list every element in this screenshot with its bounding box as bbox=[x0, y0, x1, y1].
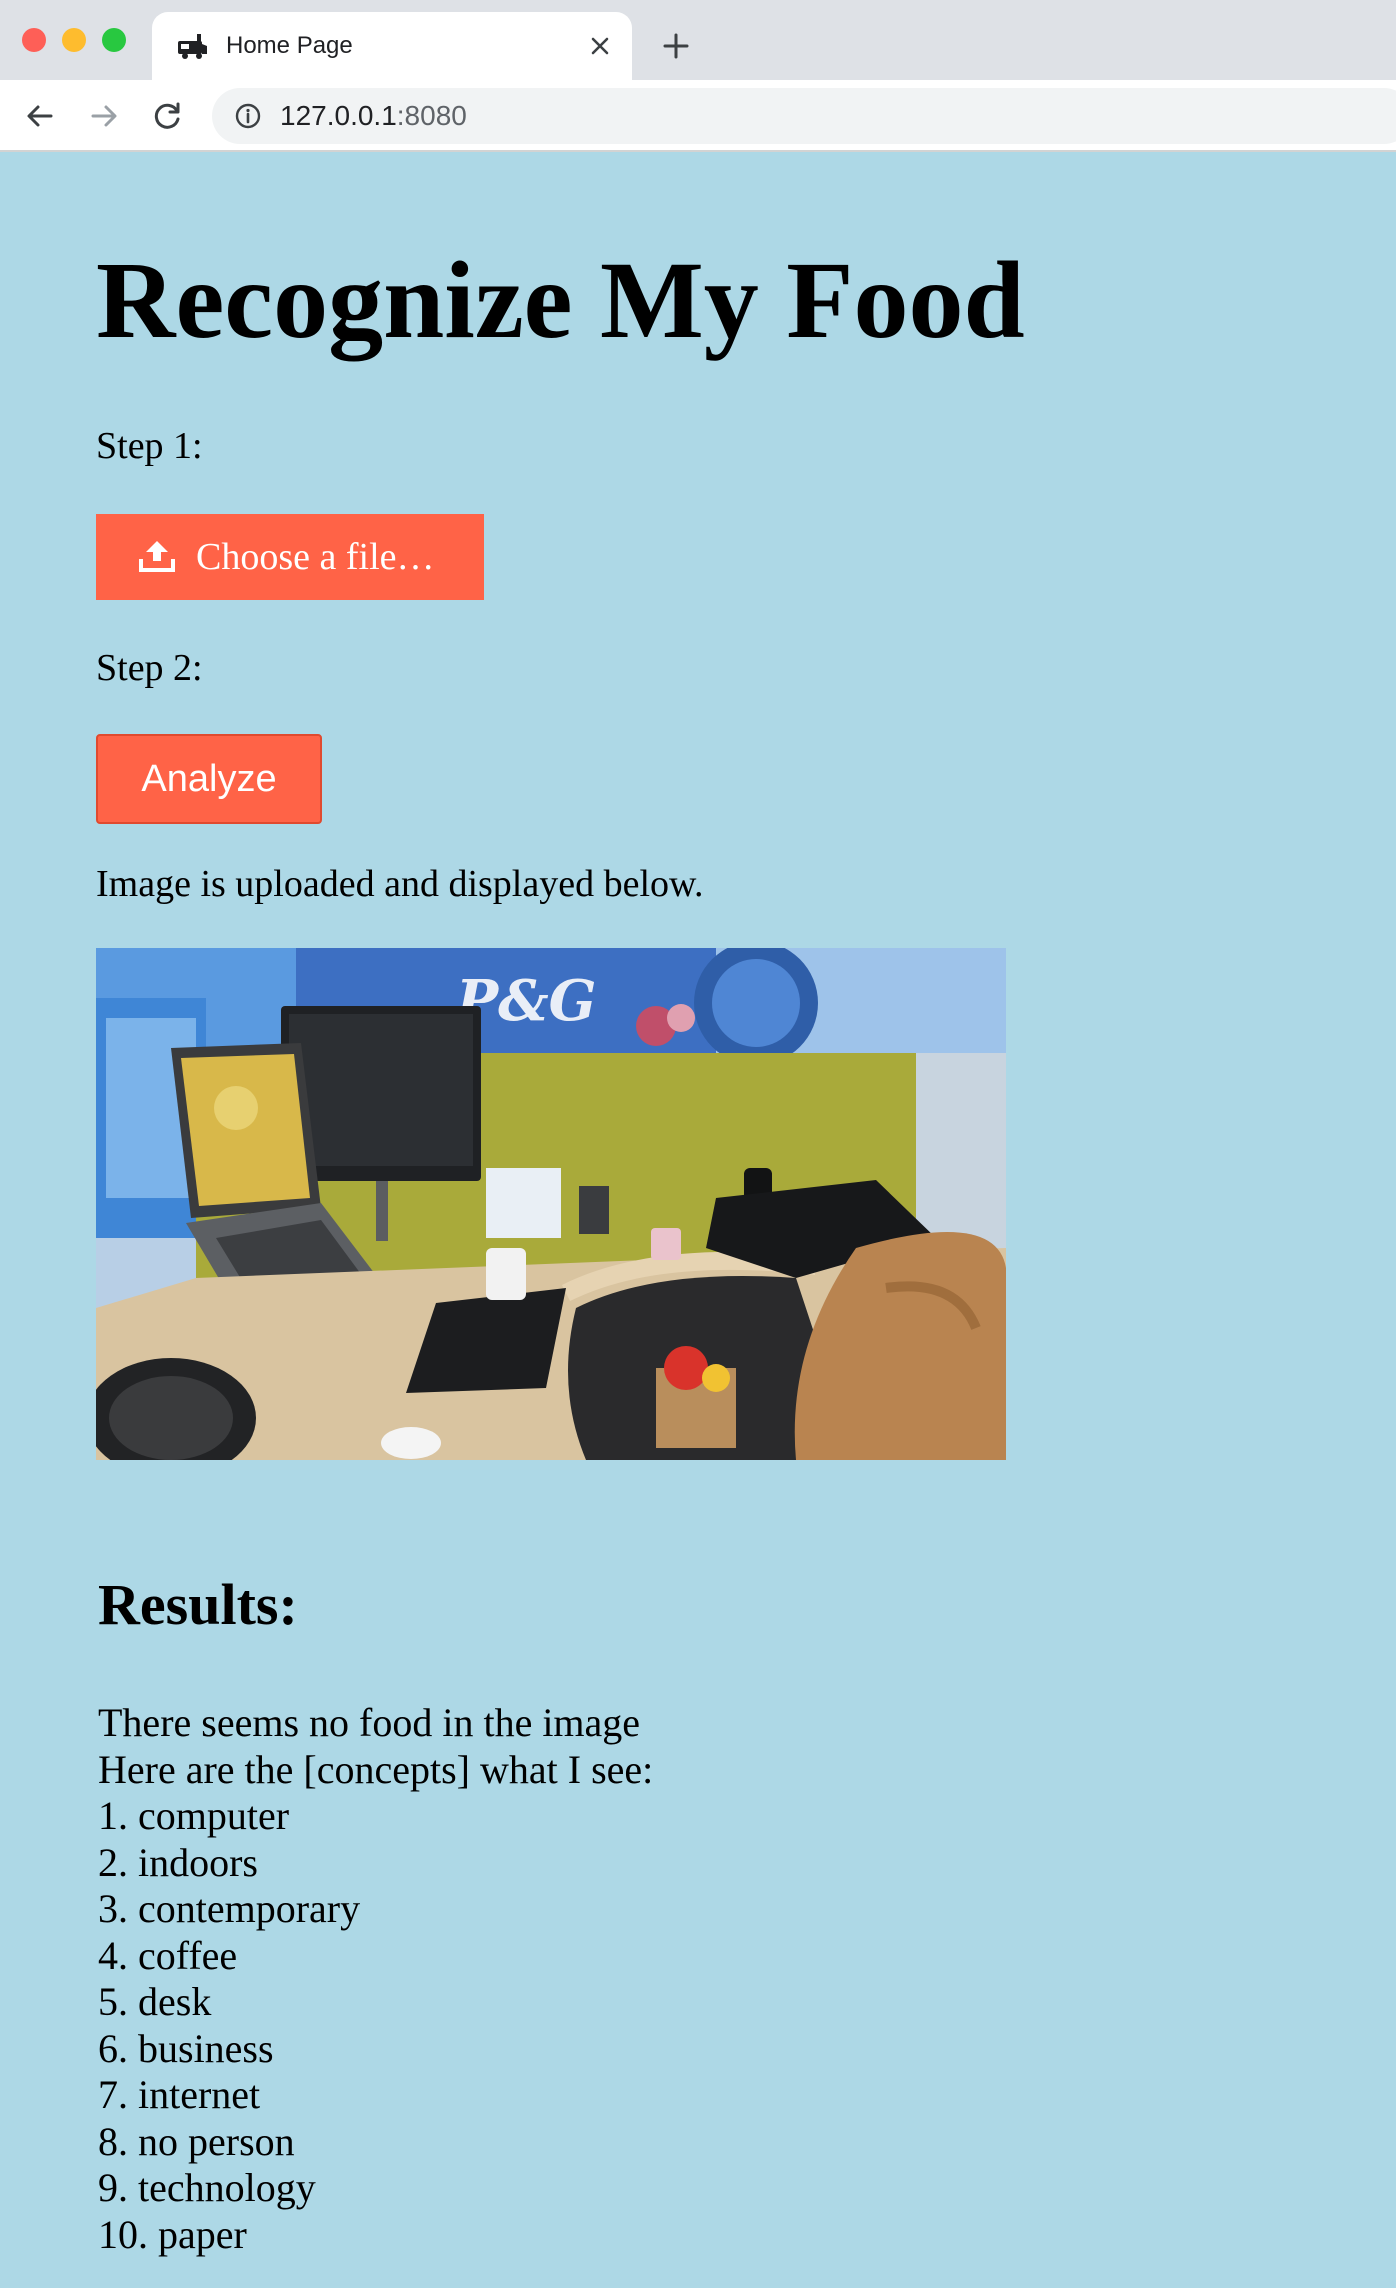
forward-arrow-icon[interactable] bbox=[82, 94, 126, 138]
close-tab-icon[interactable] bbox=[582, 28, 618, 64]
close-window-button[interactable] bbox=[22, 28, 46, 52]
new-tab-icon[interactable] bbox=[654, 24, 698, 68]
concepts-intro: Here are the [concepts] what I see: bbox=[98, 1746, 654, 1792]
url-port: :8080 bbox=[396, 100, 467, 131]
results-heading: Results: bbox=[98, 1572, 298, 1637]
results-list: There seems no food in the image Here ar… bbox=[98, 1700, 653, 2258]
step-1-label: Step 1: bbox=[96, 425, 203, 467]
choose-file-button[interactable]: Choose a file… bbox=[96, 514, 484, 600]
back-arrow-icon[interactable] bbox=[18, 94, 62, 138]
concept-item: 1. computer bbox=[98, 1793, 290, 1838]
concept-item: 2. indoors bbox=[98, 1839, 258, 1885]
tab-home-page[interactable]: Home Page bbox=[152, 12, 632, 80]
concept-item: 10. paper bbox=[98, 2211, 247, 2257]
concept-item: 6. business bbox=[98, 2025, 274, 2071]
reload-icon[interactable] bbox=[146, 94, 190, 138]
zoom-window-button[interactable] bbox=[102, 28, 126, 52]
analyze-button[interactable]: Analyze bbox=[96, 734, 322, 824]
concept-item: 4. coffee bbox=[98, 1932, 238, 1978]
minimize-window-button[interactable] bbox=[62, 28, 86, 52]
concept-item: 3. contemporary bbox=[98, 1886, 361, 1931]
upload-icon bbox=[136, 539, 178, 575]
tab-title: Home Page bbox=[226, 32, 353, 59]
site-info-icon[interactable] bbox=[234, 102, 262, 130]
concept-item: 8. no person bbox=[98, 2118, 295, 2164]
food-truck-icon bbox=[176, 29, 210, 63]
concept-item: 5. desk bbox=[98, 1979, 212, 2024]
choose-file-label: Choose a file… bbox=[196, 536, 435, 578]
tab-strip: Home Page bbox=[0, 0, 1396, 80]
browser-chrome: Home Page 127.0.0.1:8080 bbox=[0, 0, 1396, 152]
uploaded-image: P&G bbox=[96, 948, 1006, 1460]
address-bar[interactable]: 127.0.0.1:8080 bbox=[212, 88, 1396, 144]
url-host: 127.0.0.1 bbox=[280, 100, 397, 131]
no-food-message: There seems no food in the image bbox=[98, 1700, 641, 1745]
page-title: Recognize My Food bbox=[96, 239, 1025, 361]
concept-item: 9. technology bbox=[98, 2165, 316, 2210]
upload-status-text: Image is uploaded and displayed below. bbox=[96, 863, 704, 905]
browser-toolbar: 127.0.0.1:8080 bbox=[0, 80, 1396, 152]
concept-item: 7. internet bbox=[98, 2072, 261, 2117]
step-2-label: Step 2: bbox=[96, 647, 203, 689]
